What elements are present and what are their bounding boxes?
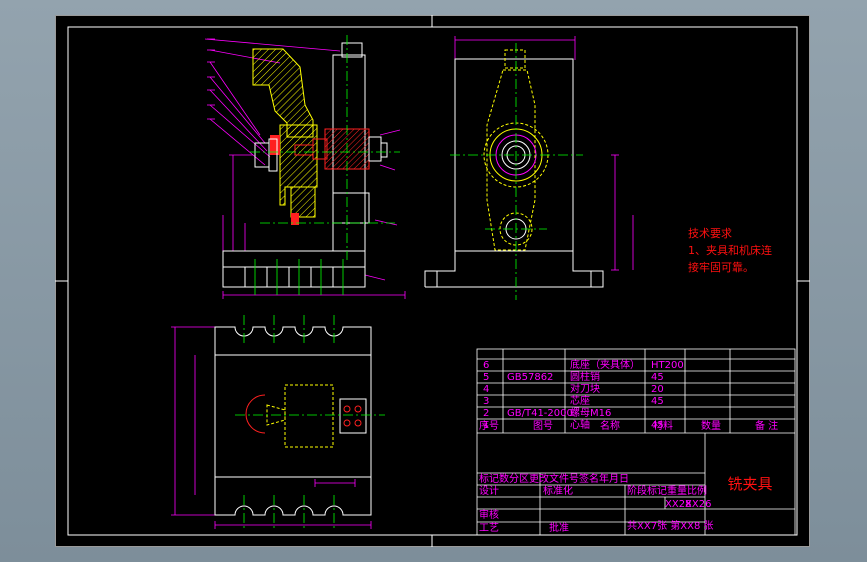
tech-req-heading: 技术要求 [688, 227, 732, 240]
parts-row-name: 心轴 [570, 418, 590, 431]
drawing-title: 铣夹具 [727, 475, 772, 493]
stage-label: 阶段标记重量比例 [627, 484, 707, 497]
parts-row-material: HT200 [651, 360, 684, 371]
technical-requirements: 技术要求 1、夹具和机床连 接牢固可靠。 [688, 227, 772, 274]
header-material: 材料 [653, 419, 673, 432]
tech-req-line2: 接牢固可靠。 [688, 260, 754, 274]
fixture-drawing: 技术要求 1、夹具和机床连 接牢固可靠。 6 底座（夹具体） HT200 5 GB578… [55, 15, 810, 547]
parts-row-no: 4 [483, 384, 489, 395]
review-label: 审核 [479, 508, 499, 521]
process-label: 工艺 [479, 522, 499, 534]
outer-frame [55, 15, 810, 547]
side-view [424, 36, 634, 300]
cad-viewport[interactable]: 技术要求 1、夹具和机床连 接牢固可靠。 6 底座（夹具体） HT200 5 GB578… [55, 15, 810, 547]
standardization-label: 标准化 [543, 484, 573, 497]
title-block: 序号 图号 名称 材料 数量 备 注 标记数分区更改文件号签名年月日 设计 标准… [479, 419, 778, 534]
designer-label: 设计 [479, 484, 499, 497]
code2: XX26 [685, 499, 711, 510]
sheet-info: 共XX7张 第XX8 张 [627, 519, 713, 532]
drawing-border [67, 26, 798, 536]
header-remark: 备 注 [755, 419, 778, 432]
header-code: 图号 [533, 420, 553, 432]
parts-row-no: 6 [483, 360, 489, 371]
tech-req-line1: 1、夹具和机床连 [688, 243, 772, 257]
approve-label: 批准 [549, 521, 569, 534]
parts-row-material: 45 [651, 396, 664, 407]
parts-row-no: 5 [483, 372, 489, 383]
header-no: 序号 [479, 419, 499, 432]
parts-row-name: 芯座 [570, 394, 590, 407]
parts-row-name: 圆柱销 [570, 370, 600, 383]
parts-row-code: GB57862 [507, 372, 553, 383]
parts-row-code: GB/T41-2000 [507, 408, 573, 419]
parts-row-no: 3 [483, 396, 489, 407]
parts-row-no: 2 [483, 408, 489, 419]
header-name: 名称 [600, 419, 620, 432]
parts-row-material: 45 [651, 372, 664, 383]
parts-row-name: 底座（夹具体） [570, 358, 640, 371]
revision-row: 标记数分区更改文件号签名年月日 [479, 472, 629, 485]
parts-row-material: 20 [651, 384, 664, 395]
parts-row-name: 对刀块 [570, 382, 600, 395]
header-qty: 数量 [701, 419, 721, 432]
front-section-view [204, 35, 406, 299]
top-view [171, 315, 385, 530]
parts-row-name: 螺母M16 [570, 407, 611, 419]
